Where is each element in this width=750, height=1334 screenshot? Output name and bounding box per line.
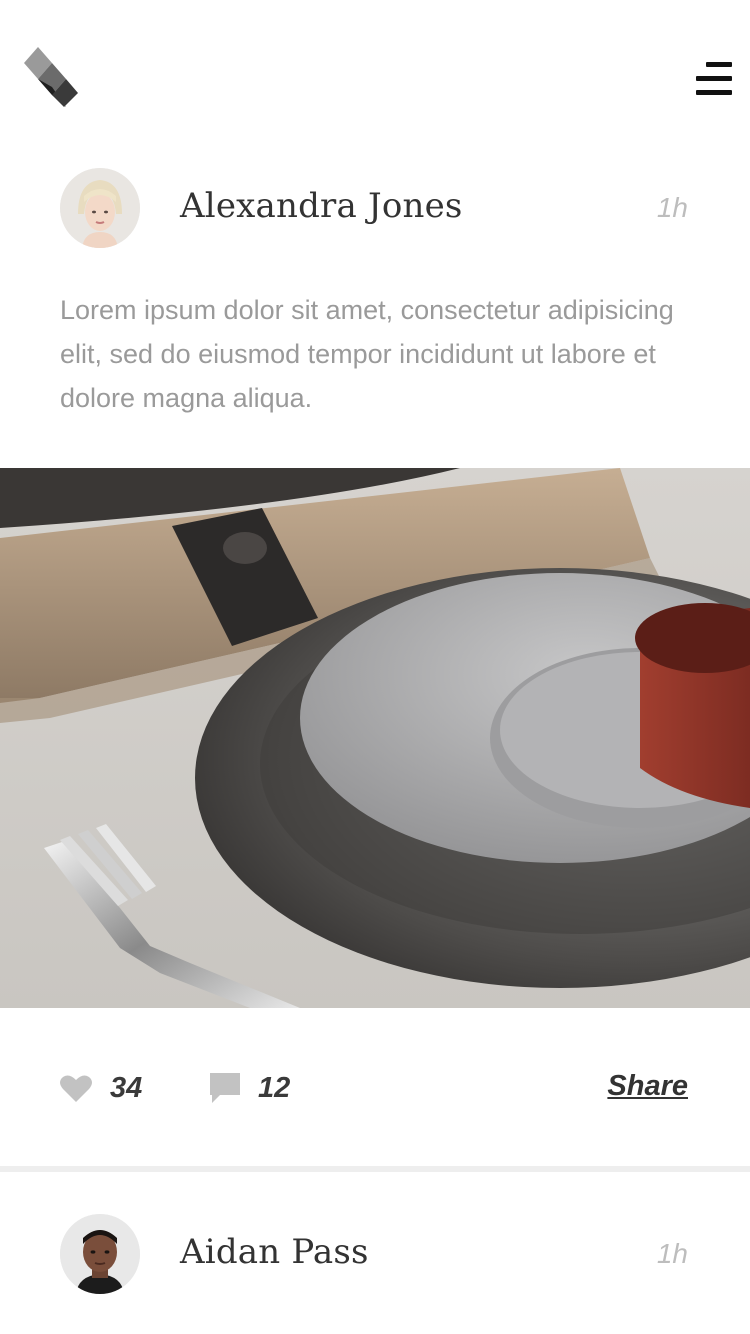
post-time: 1h	[656, 1238, 688, 1269]
avatar[interactable]	[60, 168, 140, 248]
comment-icon	[210, 1073, 240, 1103]
hamburger-menu-icon[interactable]	[694, 62, 732, 96]
comment-button[interactable]: 12	[210, 1060, 290, 1116]
post-actions: 34 12 Share	[0, 1060, 750, 1120]
heart-icon	[60, 1075, 92, 1102]
comment-count: 12	[258, 1071, 291, 1104]
top-bar	[0, 0, 750, 150]
post-header: Aidan Pass 1h	[0, 1214, 750, 1304]
share-link[interactable]: Share	[607, 1070, 688, 1103]
author-name[interactable]: Aidan Pass	[180, 1232, 369, 1272]
like-count: 34	[110, 1071, 143, 1104]
post-body: Lorem ipsum dolor sit amet, consectetur …	[60, 295, 674, 413]
post-time: 1h	[656, 192, 688, 223]
post-photo[interactable]	[0, 468, 750, 1008]
author-name[interactable]: Alexandra Jones	[180, 186, 463, 226]
avatar[interactable]	[60, 1214, 140, 1294]
post-header: Alexandra Jones 1h	[0, 168, 750, 258]
cube-logo-icon[interactable]	[24, 47, 80, 109]
like-button[interactable]: 34	[60, 1060, 142, 1116]
post-divider	[0, 1166, 750, 1172]
